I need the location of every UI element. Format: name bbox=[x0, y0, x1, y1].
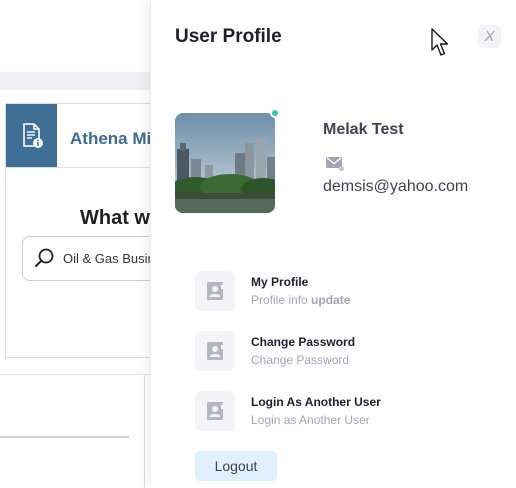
menu-item-subtitle: Change Password bbox=[251, 353, 350, 367]
app-screen: Athena Mi What w Oil & Gas Busin User Pr… bbox=[0, 0, 516, 488]
menu-item-title: Login As Another User bbox=[251, 395, 381, 409]
logout-button[interactable]: Logout bbox=[195, 451, 277, 481]
panel-title: User Profile bbox=[175, 26, 282, 47]
menu-item-title: Change Password bbox=[251, 335, 356, 349]
menu-item-my-profile[interactable]: My Profile Profile info update bbox=[195, 271, 495, 313]
menu-item-subtitle: Login as Another User bbox=[251, 413, 370, 427]
app-underline bbox=[0, 436, 129, 438]
mouse-cursor-icon bbox=[431, 28, 451, 63]
app-section-divider bbox=[0, 374, 150, 375]
app-card: Athena Mi What w Oil & Gas Busin bbox=[5, 103, 172, 358]
app-top-bar bbox=[0, 0, 150, 72]
contact-card-icon bbox=[195, 391, 235, 431]
card-divider bbox=[6, 167, 166, 168]
contact-card-icon bbox=[195, 271, 235, 311]
menu-item-subtitle-emphasis: update bbox=[311, 293, 351, 307]
menu-item-title: My Profile bbox=[251, 275, 309, 289]
search-icon bbox=[33, 247, 55, 274]
contact-card-icon bbox=[195, 331, 235, 371]
app-header-band bbox=[0, 72, 150, 90]
app-column-divider bbox=[144, 374, 145, 488]
user-email[interactable]: demsis@yahoo.com bbox=[323, 178, 468, 196]
card-heading: What w bbox=[80, 207, 150, 229]
menu-item-change-password[interactable]: Change Password Change Password bbox=[195, 331, 495, 373]
online-status-indicator bbox=[270, 108, 280, 118]
menu-item-login-as-another-user[interactable]: Login As Another User Login as Another U… bbox=[195, 391, 495, 433]
menu-item-subtitle: Profile info update bbox=[251, 293, 351, 307]
user-profile-panel: User Profile X Melak Test demsis@yahoo.c… bbox=[150, 0, 516, 488]
document-info-icon bbox=[6, 104, 57, 167]
avatar bbox=[175, 113, 275, 213]
close-button[interactable]: X bbox=[478, 25, 501, 48]
user-name: Melak Test bbox=[323, 121, 404, 138]
mail-icon bbox=[325, 156, 345, 177]
search-input-value: Oil & Gas Busin bbox=[63, 251, 155, 266]
card-title[interactable]: Athena Mi bbox=[70, 129, 151, 149]
